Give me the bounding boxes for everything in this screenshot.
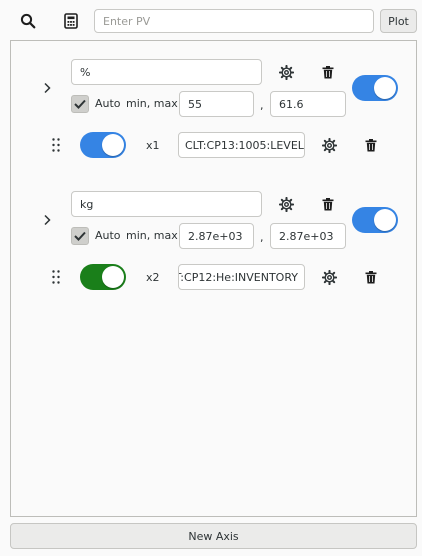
trash-icon[interactable] bbox=[319, 195, 337, 213]
pv-input-placeholder: Enter PV bbox=[103, 14, 151, 28]
plot-button-label: Plot bbox=[388, 14, 409, 28]
pv-input[interactable]: Enter PV bbox=[94, 9, 374, 33]
drag-handle-icon[interactable] bbox=[50, 137, 62, 153]
new-axis-button[interactable]: New Axis bbox=[10, 523, 417, 549]
minmax-label: min, max bbox=[126, 229, 178, 242]
trace-pv-value: CLT:CP13:1005:LEVEL bbox=[185, 138, 304, 152]
axis-unit-value: kg bbox=[80, 197, 94, 211]
axis-enable-switch[interactable] bbox=[352, 207, 398, 233]
trace-pv-value: CLT:CP12:He:INVENTORY bbox=[179, 270, 298, 284]
switch-knob bbox=[102, 266, 124, 288]
max-value: 2.87e+03 bbox=[279, 229, 334, 243]
minmax-separator: , bbox=[260, 99, 264, 112]
auto-label: Auto bbox=[95, 229, 121, 242]
plot-button[interactable]: Plot bbox=[380, 9, 417, 33]
gear-icon[interactable] bbox=[277, 195, 295, 213]
switch-knob bbox=[102, 134, 124, 156]
gear-icon[interactable] bbox=[277, 63, 295, 81]
max-input[interactable]: 2.87e+03 bbox=[270, 223, 346, 249]
trace-scale-label: x1 bbox=[146, 139, 160, 152]
trash-icon[interactable] bbox=[362, 268, 380, 286]
min-input[interactable]: 55 bbox=[179, 91, 254, 117]
calculator-icon[interactable] bbox=[60, 10, 82, 32]
auto-checkbox[interactable] bbox=[71, 95, 89, 113]
trash-icon[interactable] bbox=[319, 63, 337, 81]
drag-handle-icon[interactable] bbox=[50, 269, 62, 285]
trace-visible-switch[interactable] bbox=[80, 264, 126, 290]
minmax-label: min, max bbox=[126, 97, 178, 110]
trace-scale-label: x2 bbox=[146, 271, 160, 284]
max-input[interactable]: 61.6 bbox=[270, 91, 346, 117]
axis-unit-value: % bbox=[80, 65, 91, 79]
auto-checkbox[interactable] bbox=[71, 227, 89, 245]
axis-enable-switch[interactable] bbox=[352, 75, 398, 101]
minmax-separator: , bbox=[260, 231, 264, 244]
search-icon[interactable] bbox=[17, 10, 39, 32]
chevron-right-icon[interactable] bbox=[39, 80, 55, 96]
gear-icon[interactable] bbox=[320, 268, 338, 286]
trace-pv-input[interactable]: CLT:CP13:1005:LEVEL bbox=[178, 132, 305, 158]
switch-knob bbox=[374, 77, 396, 99]
min-input[interactable]: 2.87e+03 bbox=[179, 223, 254, 249]
min-value: 55 bbox=[188, 97, 202, 111]
axis-unit-input[interactable]: kg bbox=[71, 191, 262, 217]
max-value: 61.6 bbox=[279, 97, 304, 111]
trace-pv-input[interactable]: CLT:CP12:He:INVENTORY bbox=[178, 264, 305, 290]
gear-icon[interactable] bbox=[320, 136, 338, 154]
switch-knob bbox=[374, 209, 396, 231]
trash-icon[interactable] bbox=[362, 136, 380, 154]
axis-unit-input[interactable]: % bbox=[71, 59, 262, 85]
min-value: 2.87e+03 bbox=[188, 229, 243, 243]
auto-label: Auto bbox=[95, 97, 121, 110]
new-axis-label: New Axis bbox=[188, 529, 239, 543]
trace-visible-switch[interactable] bbox=[80, 132, 126, 158]
chevron-right-icon[interactable] bbox=[39, 212, 55, 228]
